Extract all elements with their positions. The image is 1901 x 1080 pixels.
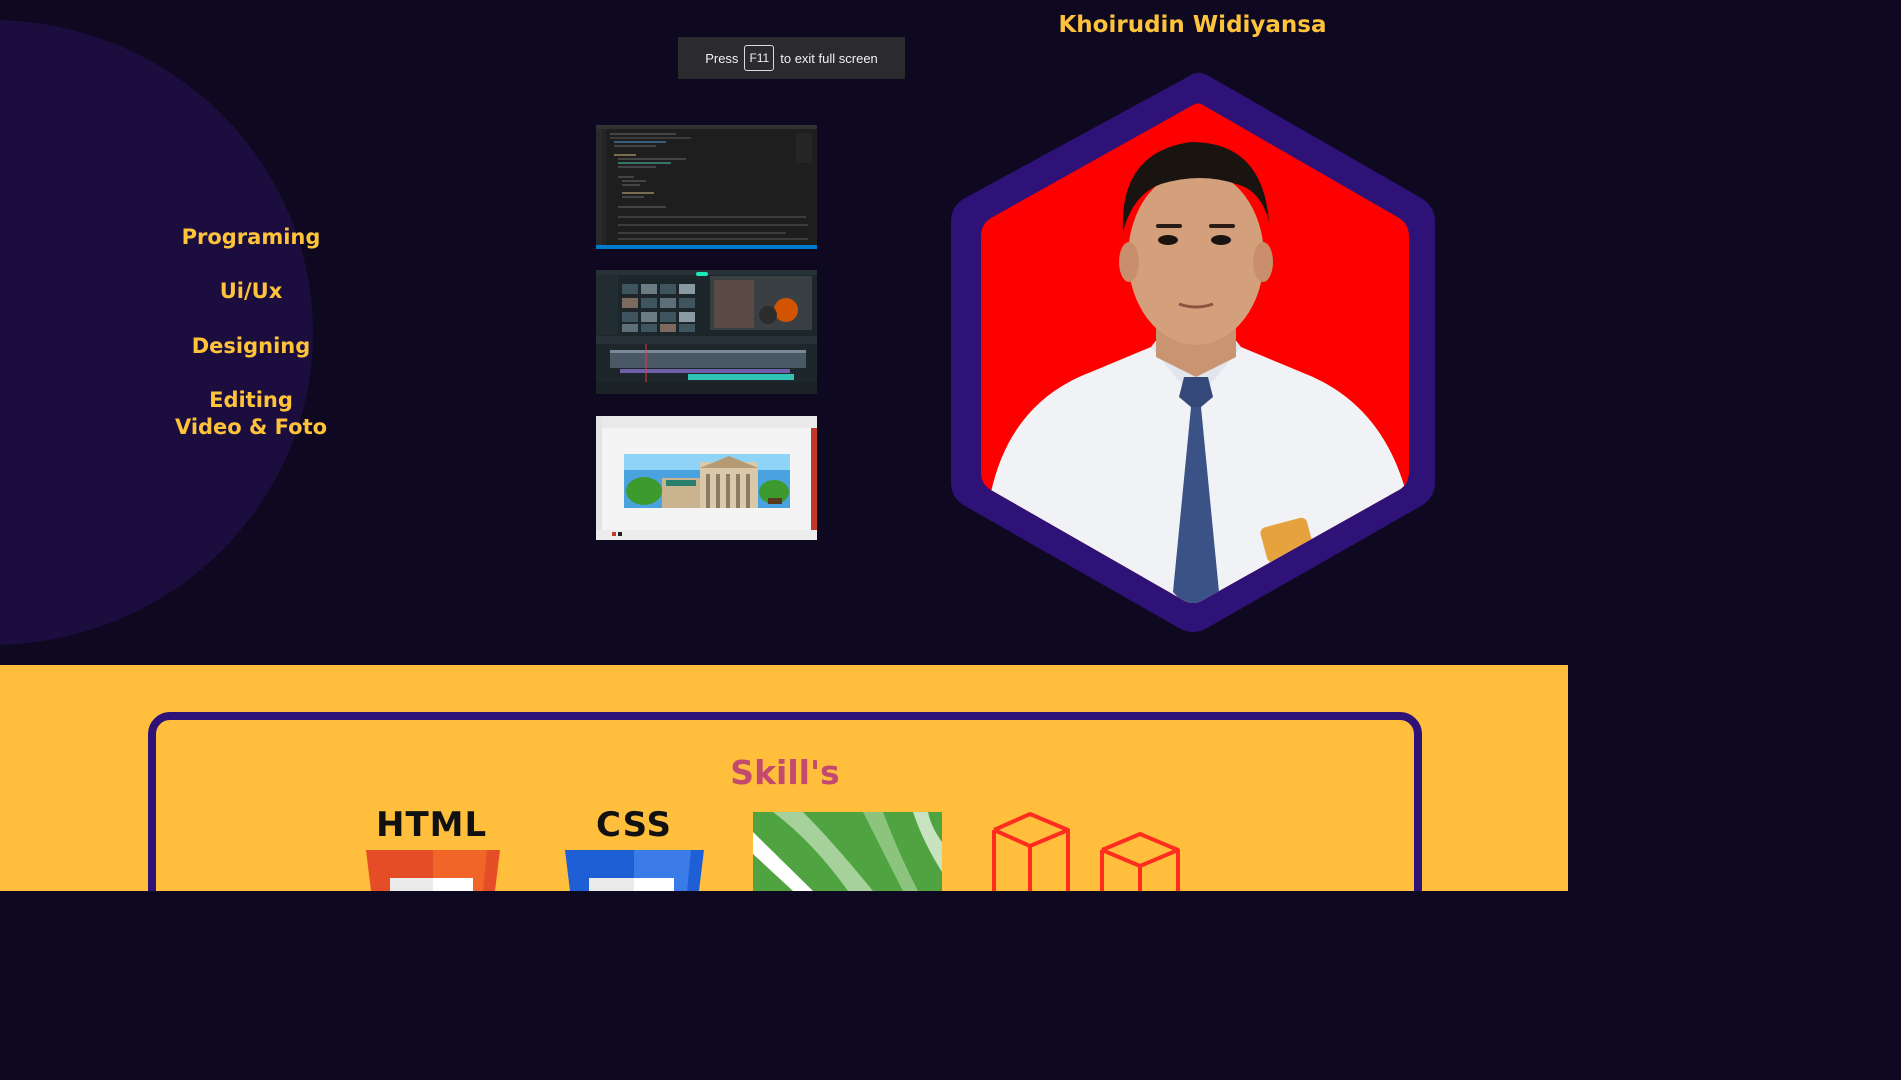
portfolio-thumbnail-design[interactable]	[596, 416, 817, 540]
css3-icon[interactable]	[565, 850, 704, 891]
skills-title: Skill's	[730, 753, 840, 792]
fullscreen-notice-prefix: Press	[705, 50, 739, 66]
skills-section: Skill's HTML CSS	[0, 665, 1568, 891]
menu-item-label-line2: Video & Foto	[174, 415, 328, 439]
fullscreen-notice-suffix: to exit full screen	[780, 50, 878, 66]
menu-item-designing[interactable]: Designing	[131, 333, 371, 360]
fullscreen-key: F11	[744, 45, 775, 71]
portfolio-thumbnail-video[interactable]	[596, 270, 817, 394]
menu-item-programing[interactable]: Programing	[131, 224, 371, 251]
menu-item-editing[interactable]: Editing Video & Foto	[131, 387, 371, 441]
profile-photo	[951, 72, 1435, 632]
menu-item-label: Ui/Ux	[219, 279, 283, 303]
html5-icon[interactable]	[366, 850, 500, 891]
menu-item-label: Programing	[181, 225, 321, 249]
skill-label-html: HTML	[376, 805, 488, 845]
owner-name: Khoirudin Widiyansa	[1058, 12, 1327, 38]
menu-item-uiux[interactable]: Ui/Ux	[131, 278, 371, 305]
hero-section: Programing Ui/Ux Designing Editing Video…	[0, 0, 1568, 665]
laravel-icon[interactable]	[990, 810, 1182, 891]
menu-item-label: Designing	[191, 334, 311, 358]
skill-label-css: CSS	[596, 805, 673, 845]
portfolio-thumbnail-code[interactable]	[596, 125, 817, 249]
menu-item-label-line1: Editing	[209, 388, 293, 412]
graphic-design-thumbnail	[596, 416, 817, 540]
profile-photo-frame	[951, 72, 1435, 632]
code-editor-thumbnail	[596, 125, 817, 249]
page: Programing Ui/Ux Designing Editing Video…	[0, 0, 1568, 891]
corel-draw-icon[interactable]	[753, 812, 942, 891]
video-editor-thumbnail	[596, 270, 817, 394]
fullscreen-notice: Press F11 to exit full screen	[678, 37, 905, 79]
